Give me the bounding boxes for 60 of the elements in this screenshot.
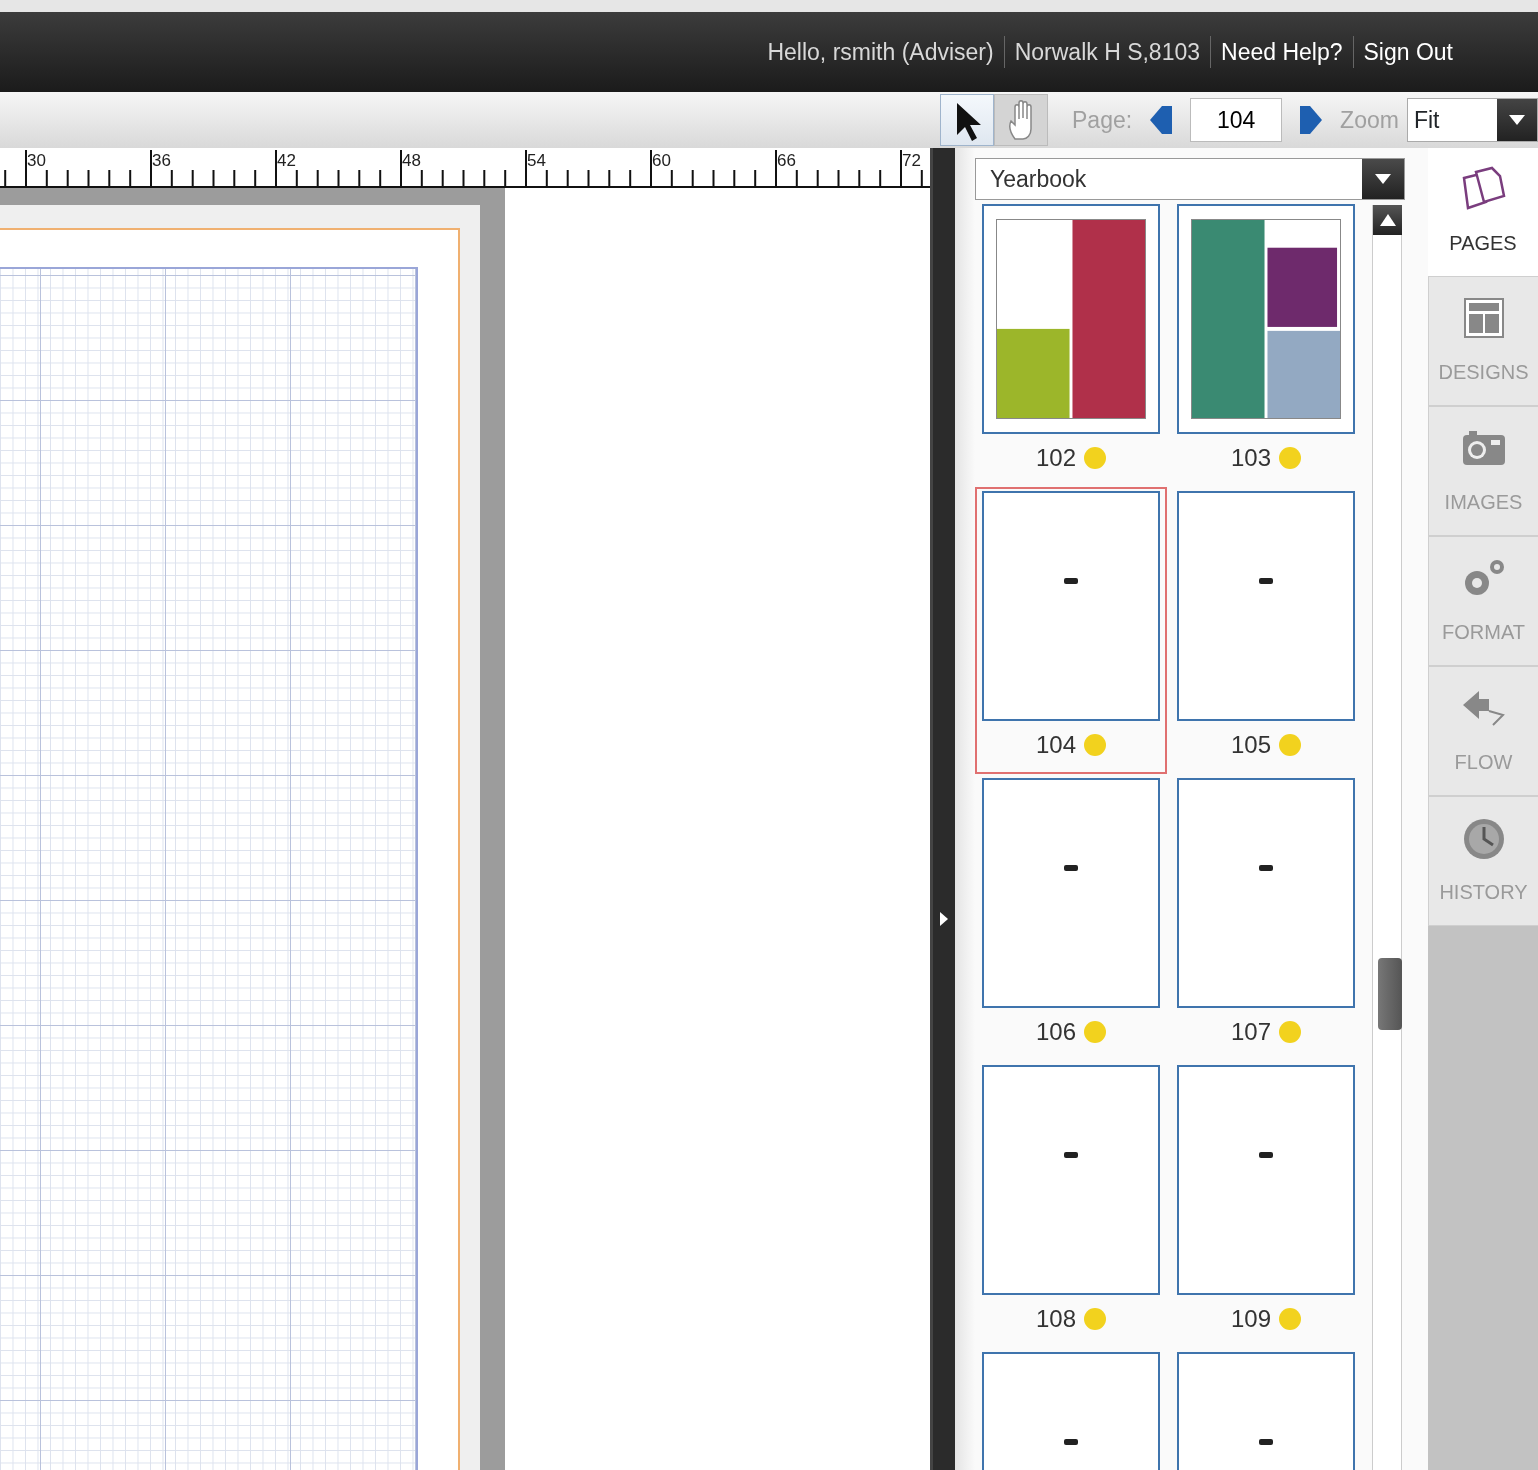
- header-link[interactable]: Sign Out: [1352, 36, 1463, 68]
- page-number-field[interactable]: 104: [1190, 98, 1283, 142]
- page-thumbnail-cell[interactable]: 105: [1170, 486, 1362, 774]
- page-mark-icon: [1259, 1438, 1273, 1445]
- ruler-label: 66: [777, 151, 796, 170]
- header-text: Hello, rsmith (Adviser): [766, 38, 995, 67]
- page-number: 109: [1230, 1304, 1271, 1335]
- page-number: 107: [1230, 1017, 1271, 1048]
- page-label: Page:: [1072, 105, 1133, 135]
- ruler-label: 48: [402, 151, 421, 170]
- page-number: 105: [1230, 730, 1271, 761]
- page-thumbnail-cell[interactable]: 106: [975, 773, 1167, 1061]
- page-mark-icon: [1064, 864, 1078, 871]
- ruler-label: 54: [527, 151, 546, 170]
- book-select[interactable]: Yearbook: [975, 158, 1405, 200]
- page-thumbnail-cell[interactable]: 107: [1170, 773, 1362, 1061]
- page-mark-icon: [1259, 577, 1273, 584]
- scroll-thumb[interactable]: [1378, 957, 1402, 1030]
- page-thumbnail-cell[interactable]: 104: [975, 486, 1167, 774]
- page-thumbnail-cell[interactable]: 103: [1170, 199, 1362, 487]
- page-number: 102: [1035, 443, 1076, 474]
- page-thumbnail[interactable]: [1177, 203, 1355, 434]
- page-mark-icon: [1259, 864, 1273, 871]
- zoom-select[interactable]: Fit: [1406, 98, 1538, 142]
- page-thumbnail[interactable]: [1177, 1064, 1355, 1295]
- pointer-tool-button[interactable]: [940, 94, 994, 146]
- ruler-label: 42: [277, 151, 296, 170]
- page-thumbnail[interactable]: [982, 777, 1160, 1008]
- ruler-label: 36: [152, 151, 171, 170]
- page-thumbnail[interactable]: [982, 490, 1160, 721]
- page-thumbnail[interactable]: [982, 1064, 1160, 1295]
- page-mark-icon: [1064, 577, 1078, 584]
- next-page-button[interactable]: [1298, 104, 1325, 136]
- dropdown-caret-icon: [1375, 173, 1391, 184]
- previous-page-button[interactable]: [1148, 104, 1175, 136]
- dropdown-caret-icon: [1508, 115, 1525, 125]
- page-thumbnail[interactable]: [982, 203, 1160, 434]
- scroll-up-button[interactable]: [1373, 204, 1402, 235]
- expand-arrow-icon[interactable]: [940, 912, 948, 926]
- zoom-label: Zoom: [1340, 105, 1399, 135]
- page-number: 104: [1035, 730, 1076, 761]
- page-mark-icon: [1064, 1151, 1078, 1158]
- page-thumbnail[interactable]: [1177, 490, 1355, 721]
- ruler-label: 72: [902, 151, 921, 170]
- page-thumbnail-cell[interactable]: 109: [1170, 1060, 1362, 1348]
- header-text: Norwalk H S,8103: [1003, 36, 1211, 68]
- page-mark-icon: [1064, 1438, 1078, 1445]
- ruler-label: 30: [27, 151, 46, 170]
- page-number: 108: [1035, 1304, 1076, 1335]
- page-thumbnail-cell[interactable]: 102: [975, 199, 1167, 487]
- sidebar-tab[interactable]: PAGES: [1428, 148, 1538, 276]
- up-arrow-icon: [1380, 213, 1396, 226]
- scrollbar[interactable]: [1372, 204, 1402, 1470]
- ruler-label: 60: [652, 151, 671, 170]
- page-number: 103: [1230, 443, 1271, 474]
- page-thumbnail-cell[interactable]: 108: [975, 1060, 1167, 1348]
- page-number: 106: [1035, 1017, 1076, 1048]
- header-link[interactable]: Need Help?: [1210, 36, 1353, 68]
- page-thumbnail[interactable]: [1177, 777, 1355, 1008]
- page-mark-icon: [1259, 1151, 1273, 1158]
